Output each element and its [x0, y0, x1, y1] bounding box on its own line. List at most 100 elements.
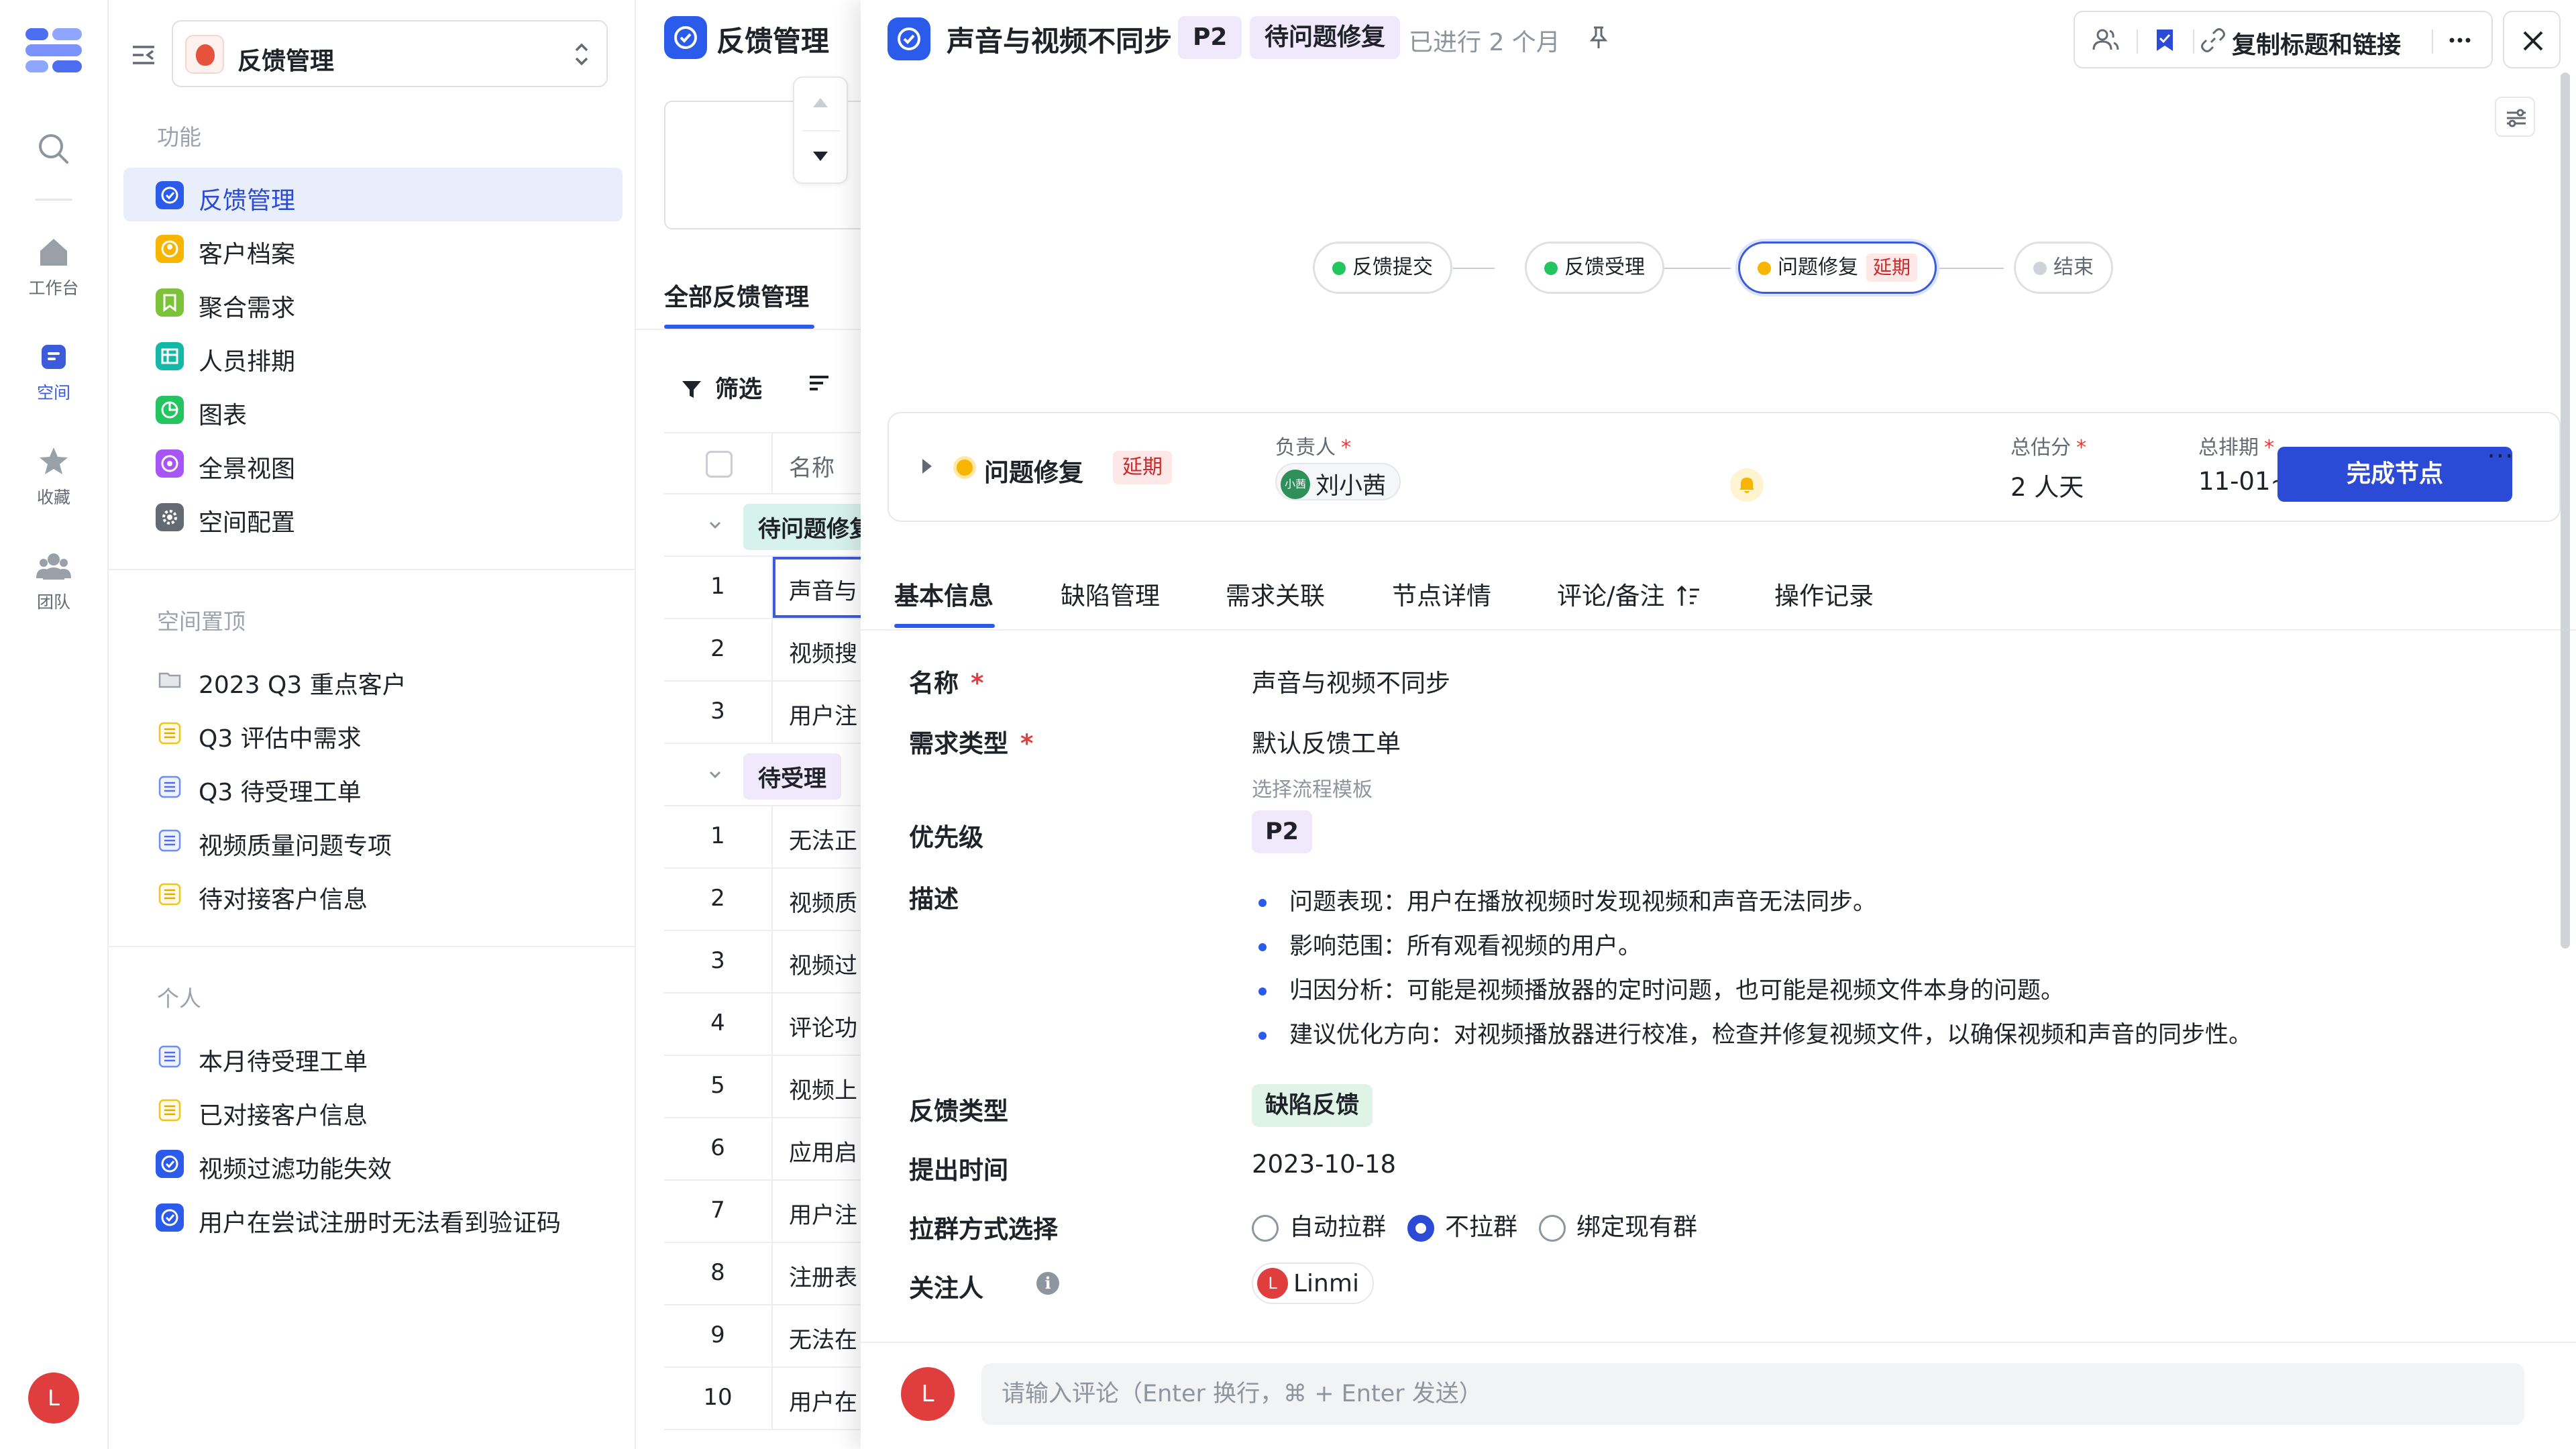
tab-requirements[interactable]: 需求关联 [1226, 576, 1325, 612]
search-icon[interactable] [36, 131, 71, 166]
tab-defects[interactable]: 缺陷管理 [1061, 576, 1160, 612]
radio-bind-group[interactable]: 绑定现有群 [1539, 1208, 1697, 1242]
pinned-item[interactable]: 待对接客户信息 [123, 867, 623, 920]
flow-node-fix[interactable]: 问题修复 延期 [1738, 241, 1937, 294]
field-label-feedback-type: 反馈类型 [909, 1097, 1008, 1126]
sidebar-item-charts[interactable]: 图表 [123, 382, 623, 436]
group-header[interactable]: 待问题修复 [664, 494, 864, 557]
flow-node-end[interactable]: 结束 [2014, 241, 2113, 294]
row-name: 用户注 [789, 703, 857, 730]
sidebar-item-requirements[interactable]: 聚合需求 [123, 275, 623, 329]
personal-item[interactable]: 已对接客户信息 [123, 1083, 623, 1136]
header-actions: 复制标题和链接 [2074, 11, 2493, 68]
workspace-selector[interactable]: 反馈管理 [172, 20, 608, 87]
more-icon[interactable] [2445, 25, 2475, 55]
personal-item[interactable]: 本月待受理工单 [123, 1029, 623, 1083]
tab-all-feedback[interactable]: 全部反馈管理 [664, 278, 809, 313]
complete-node-button[interactable]: 完成节点 [2277, 447, 2512, 502]
pinned-item[interactable]: 视频质量问题专项 [123, 813, 623, 867]
personal-item[interactable]: 用户在尝试注册时无法看到验证码 [123, 1190, 623, 1244]
description-list[interactable]: 问题表现：用户在播放视频时发现视频和声音无法同步。 影响范围：所有观看视频的用户… [1252, 880, 2459, 1057]
expand-caret-icon[interactable] [922, 459, 932, 474]
flow-node-submit[interactable]: 反馈提交 [1313, 241, 1452, 294]
table-row[interactable]: 5 视频上 [664, 1056, 864, 1118]
sidebar-item-panorama[interactable]: 全景视图 [123, 436, 623, 490]
sidebar-item-label: 空间配置 [199, 509, 296, 537]
field-label-description: 描述 [909, 885, 959, 914]
field-value-type[interactable]: 默认反馈工单 [1252, 723, 1401, 759]
priority-pill[interactable]: P2 [1252, 810, 1313, 853]
tab-basic-info[interactable]: 基本信息 [894, 576, 994, 612]
follower-chip[interactable]: L Linmi [1252, 1263, 1374, 1304]
row-index: 3 [710, 947, 725, 974]
owner-chip[interactable]: 小茜 刘小茜 [1275, 463, 1401, 500]
table-row[interactable]: 2 视频搜 [664, 619, 864, 682]
table-row[interactable]: 1 声音与 [664, 557, 864, 619]
members-icon[interactable] [2091, 25, 2121, 55]
estimate-value[interactable]: 2 人天 [2010, 467, 2084, 503]
field-label-priority: 优先级 [909, 823, 983, 852]
sidebar-item-customers[interactable]: 客户档案 [123, 221, 623, 275]
comment-input[interactable] [981, 1363, 2524, 1425]
estimate-label: 总估分 * [2010, 436, 2086, 460]
table-row[interactable]: 2 视频质 [664, 869, 864, 931]
pinned-item[interactable]: 2023 Q3 重点客户 [123, 652, 623, 706]
view-settings-icon[interactable] [2495, 97, 2535, 137]
scrollbar[interactable] [2561, 72, 2570, 949]
tab-history[interactable]: 操作记录 [1774, 576, 1874, 612]
priority-badge[interactable]: P2 [1178, 16, 1242, 59]
table-row[interactable]: 8 注册表 [664, 1243, 864, 1305]
sort-icon[interactable] [808, 370, 830, 397]
arrow-up-icon[interactable] [813, 98, 828, 107]
pin-icon[interactable] [1585, 24, 1612, 51]
group-header[interactable]: 待受理 [664, 744, 864, 806]
pinned-item[interactable]: Q3 评估中需求 [123, 706, 623, 759]
tab-node-details[interactable]: 节点详情 [1392, 576, 1491, 612]
info-icon[interactable]: i [1036, 1272, 1059, 1295]
field-value-name[interactable]: 声音与视频不同步 [1252, 663, 1450, 699]
radio-no-group[interactable]: 不拉群 [1407, 1208, 1517, 1242]
rail-item-favorites[interactable]: 收藏 [0, 444, 107, 508]
table-row[interactable]: 4 评论功 [664, 994, 864, 1056]
feedback-type-pill[interactable]: 缺陷反馈 [1252, 1084, 1373, 1127]
comment-avatar: L [901, 1367, 955, 1421]
status-badge[interactable]: 待问题修复 [1250, 16, 1401, 59]
sidebar-item-feedback[interactable]: 反馈管理 [123, 168, 623, 221]
rail-item-space[interactable]: 空间 [0, 339, 107, 404]
tab-comments[interactable]: 评论/备注 [1557, 576, 1702, 612]
user-avatar[interactable]: L [28, 1373, 79, 1424]
delay-badge: 延期 [1113, 451, 1172, 484]
personal-item[interactable]: 视频过滤功能失效 [123, 1136, 623, 1190]
link-icon[interactable] [2198, 25, 2228, 55]
bookmark-check-icon[interactable] [2150, 25, 2180, 55]
row-name: 声音与 [789, 578, 857, 605]
rail-item-workbench[interactable]: 工作台 [0, 235, 107, 299]
radio-auto-group[interactable]: 自动拉群 [1252, 1208, 1386, 1242]
rail-item-team[interactable]: 团队 [0, 549, 107, 613]
arrow-down-icon[interactable] [813, 152, 828, 161]
table-row[interactable]: 3 用户注 [664, 682, 864, 744]
table-row[interactable]: 9 无法在 [664, 1305, 864, 1368]
pinned-item[interactable]: Q3 待受理工单 [123, 759, 623, 813]
sidebar-item-settings[interactable]: 空间配置 [123, 490, 623, 543]
scroll-stepper[interactable] [793, 76, 848, 184]
flow-node-accept[interactable]: 反馈受理 [1525, 241, 1664, 294]
close-button[interactable] [2503, 11, 2561, 68]
bell-icon[interactable] [1730, 468, 1764, 502]
sidebar-item-schedule[interactable]: 人员排期 [123, 329, 623, 382]
table-row[interactable]: 1 无法正 [664, 806, 864, 869]
chevron-updown-icon [572, 39, 592, 70]
team-icon [36, 549, 71, 584]
more-icon[interactable]: ⋯ [2487, 440, 2515, 471]
app-logo-icon[interactable] [25, 28, 82, 72]
filter-button[interactable]: 筛选 [680, 370, 762, 405]
row-index: 10 [703, 1384, 733, 1411]
table-row[interactable]: 10 用户在 [664, 1368, 864, 1430]
copy-title-link-button[interactable]: 复制标题和链接 [2232, 25, 2401, 60]
collapse-sidebar-icon[interactable] [130, 42, 157, 68]
field-value-created[interactable]: 2023-10-18 [1252, 1150, 1396, 1179]
table-row[interactable]: 7 用户注 [664, 1181, 864, 1243]
select-all-checkbox[interactable] [706, 451, 733, 478]
table-row[interactable]: 3 视频过 [664, 931, 864, 994]
table-row[interactable]: 6 应用启 [664, 1118, 864, 1181]
